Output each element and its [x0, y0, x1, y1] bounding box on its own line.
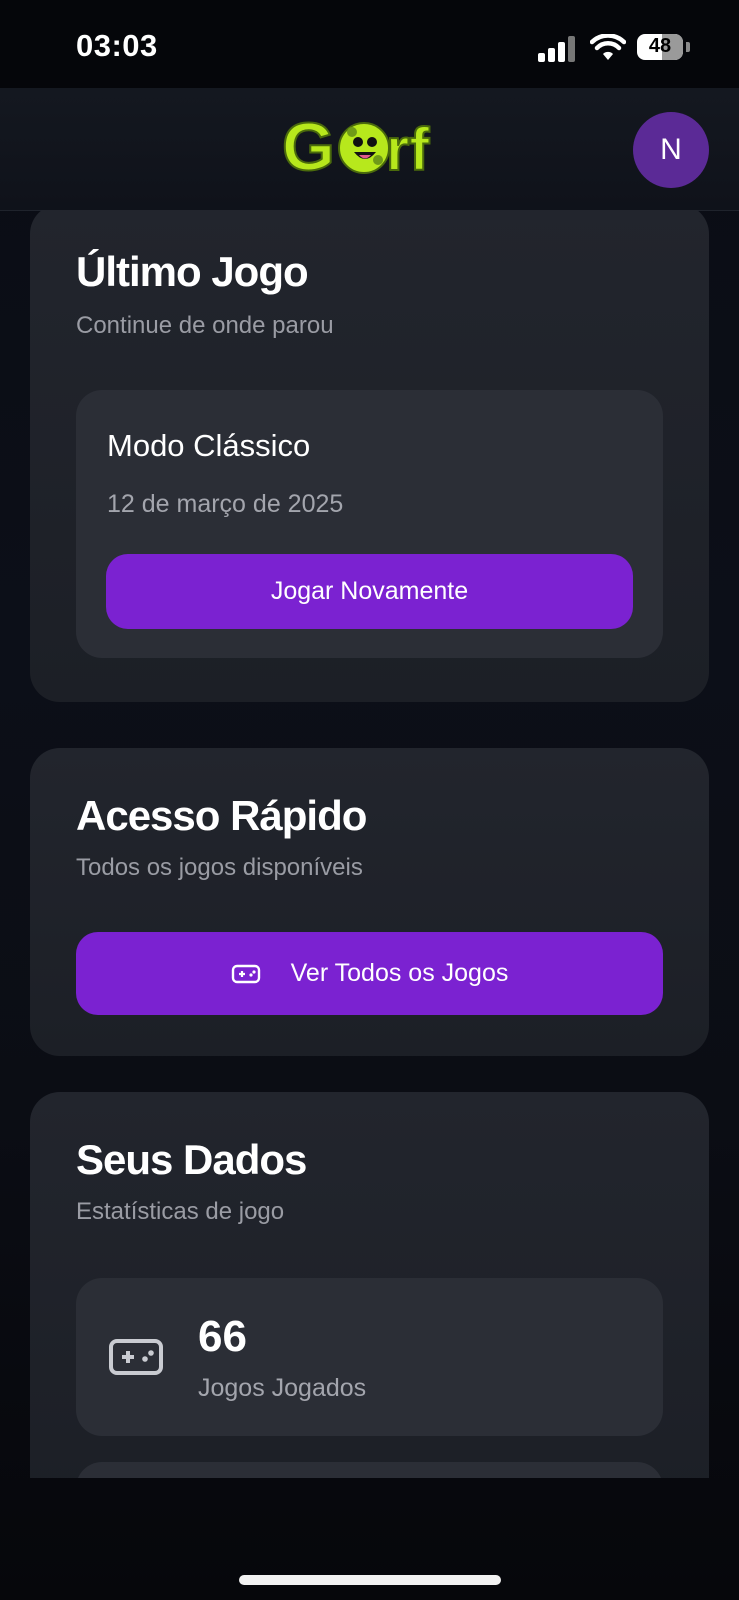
home-indicator[interactable] — [239, 1575, 501, 1585]
battery-nub — [686, 42, 690, 52]
stat-label: Jogos Jogados — [198, 1374, 367, 1402]
gamepad-icon — [109, 1339, 163, 1375]
quick-access-card: Acesso Rápido Todos os jogos disponíveis… — [30, 748, 709, 1056]
section-title: Seus Dados — [76, 1136, 307, 1183]
section-subtitle: Todos os jogos disponíveis — [76, 854, 363, 881]
stat-value: 66 — [198, 1312, 247, 1361]
status-bar: 03:03 48 — [0, 0, 739, 88]
section-subtitle: Estatísticas de jogo — [76, 1198, 285, 1225]
logo-letters-rf: rf — [386, 116, 430, 182]
status-time: 03:03 — [76, 28, 158, 63]
section-title: Último Jogo — [76, 248, 309, 295]
view-all-games-button[interactable]: Ver Todos os Jogos — [76, 932, 663, 1015]
battery-level: 48 — [648, 35, 672, 57]
view-all-games-label: Ver Todos os Jogos — [290, 959, 509, 987]
stat-card-next — [76, 1462, 663, 1478]
wifi-icon — [590, 34, 626, 60]
your-data-card: Seus Dados Estatísticas de jogo 66 Jogos… — [30, 1092, 709, 1478]
game-mode-title: Modo Clássico — [107, 428, 311, 463]
gamepad-icon — [231, 964, 260, 983]
app-header: G rf N — [0, 88, 739, 211]
cellular-signal-icon — [538, 36, 578, 62]
play-again-button[interactable]: Jogar Novamente — [106, 554, 633, 629]
last-game-card: Último Jogo Continue de onde parou Modo … — [30, 210, 709, 702]
section-title: Acesso Rápido — [76, 792, 367, 839]
gorf-logo[interactable]: G rf — [282, 110, 458, 182]
battery-icon: 48 — [637, 34, 683, 60]
logo-monster-icon — [338, 122, 390, 174]
logo-letter-g: G — [282, 110, 335, 182]
avatar[interactable]: N — [633, 112, 709, 188]
game-date: 12 de março de 2025 — [107, 490, 344, 518]
section-subtitle: Continue de onde parou — [76, 312, 334, 339]
main-content[interactable]: Último Jogo Continue de onde parou Modo … — [0, 210, 739, 1478]
app-screen: 03:03 48 G rf N Último Jogo Continue de … — [0, 0, 739, 1600]
last-game-panel: Modo Clássico 12 de março de 2025 Jogar … — [76, 390, 663, 658]
stat-card-games-played: 66 Jogos Jogados — [76, 1278, 663, 1436]
